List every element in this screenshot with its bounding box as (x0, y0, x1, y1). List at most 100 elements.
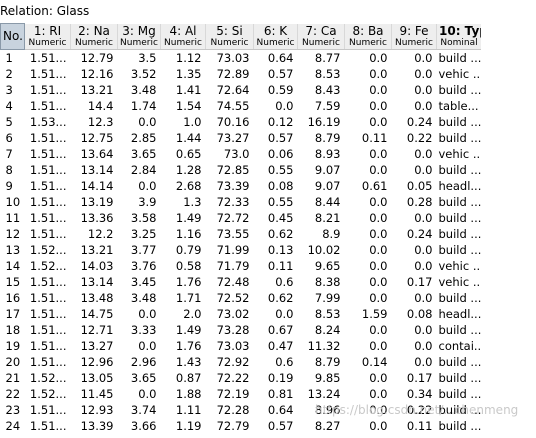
table-cell[interactable]: 0.12 (254, 114, 298, 130)
table-cell[interactable]: 0.0 (392, 242, 437, 258)
table-cell[interactable]: 12.16 (71, 66, 118, 82)
table-cell[interactable]: 0.0 (392, 210, 437, 226)
table-cell[interactable]: 0.24 (392, 114, 437, 130)
table-cell[interactable]: build ... (437, 162, 482, 178)
table-cell[interactable]: 1.59 (345, 306, 392, 322)
table-cell[interactable]: 0.62 (254, 226, 298, 242)
table-cell[interactable]: build ... (437, 49, 482, 66)
table-cell[interactable]: 70.16 (206, 114, 254, 130)
table-cell[interactable]: 8.21 (298, 210, 345, 226)
table-cell[interactable]: 8.43 (298, 82, 345, 98)
table-cell[interactable]: 8.27 (298, 418, 345, 434)
table-row[interactable]: 11 1.51... 13.36 3.58 1.49 72.72 0.45 8.21 0.0 0.… (1, 210, 482, 226)
table-cell[interactable]: 0.17 (392, 274, 437, 290)
table-cell[interactable]: build ... (437, 354, 482, 370)
table-row[interactable]: 16 1.51... 13.48 3.48 1.71 72.52 0.62 7.99 0.0 0.… (1, 290, 482, 306)
table-cell[interactable]: 3.48 (118, 290, 161, 306)
column-header-4[interactable]: 4: Al Numeric (160, 23, 206, 50)
table-cell[interactable]: 3.52 (118, 66, 161, 82)
table-cell[interactable]: 8.9 (298, 226, 345, 242)
table-cell[interactable]: build ... (437, 290, 482, 306)
table-cell[interactable]: 11.45 (71, 386, 118, 402)
table-cell[interactable]: 0.0 (345, 82, 392, 98)
table-cell[interactable]: 0.57 (254, 130, 298, 146)
table-row[interactable]: 21 1.52... 13.05 3.65 0.87 72.22 0.19 9.85 0.0 0.… (1, 370, 482, 386)
table-cell[interactable]: 3.25 (118, 226, 161, 242)
table-cell[interactable]: 8.79 (298, 354, 345, 370)
table-cell[interactable]: 13.19 (71, 194, 118, 210)
table-cell[interactable]: 1.74 (118, 98, 161, 114)
table-cell[interactable]: 1.51... (25, 402, 71, 418)
table-cell[interactable]: build ... (437, 82, 482, 98)
table-cell[interactable]: vehic ... (437, 274, 482, 290)
table-cell[interactable]: 0.0 (118, 178, 161, 194)
table-cell[interactable]: 12.3 (71, 114, 118, 130)
table-cell[interactable]: 2.84 (118, 162, 161, 178)
table-cell[interactable]: 3.65 (118, 146, 161, 162)
table-cell[interactable]: 0.55 (254, 162, 298, 178)
column-header-5[interactable]: 5: Si Numeric (205, 23, 254, 50)
table-cell[interactable]: 10.02 (298, 242, 345, 258)
table-cell[interactable]: 0.0 (118, 114, 161, 130)
table-cell[interactable]: 3.9 (118, 194, 161, 210)
table-cell[interactable]: 13.21 (71, 82, 118, 98)
table-cell[interactable]: 0.62 (254, 290, 298, 306)
table-cell[interactable]: 1.52... (25, 386, 71, 402)
table-cell[interactable]: 1.88 (161, 386, 206, 402)
table-cell[interactable]: 71.79 (206, 258, 254, 274)
table-cell[interactable]: 1.51... (25, 226, 71, 242)
table-cell[interactable]: 2.0 (161, 306, 206, 322)
table-cell[interactable]: 0.0 (345, 242, 392, 258)
table-cell[interactable]: 0.0 (392, 338, 437, 354)
table-cell[interactable]: 0.0 (345, 322, 392, 338)
table-cell[interactable]: 73.28 (206, 322, 254, 338)
table-cell[interactable]: 0.64 (254, 49, 298, 66)
table-cell[interactable]: 0.08 (392, 306, 437, 322)
table-cell[interactable]: 2.85 (118, 130, 161, 146)
column-header-1[interactable]: 1: RI Numeric (24, 23, 71, 50)
table-cell[interactable]: 14.75 (71, 306, 118, 322)
table-row[interactable]: 24 1.51... 13.39 3.66 1.19 72.79 0.57 8.27 0.0 0.… (1, 418, 482, 434)
table-cell[interactable]: 0.34 (392, 386, 437, 402)
table-cell[interactable]: 8.38 (298, 274, 345, 290)
table-cell[interactable]: 0.24 (392, 226, 437, 242)
table-cell[interactable]: headl... (437, 306, 482, 322)
table-cell[interactable]: build ... (437, 130, 482, 146)
table-cell[interactable]: table... (437, 98, 482, 114)
table-cell[interactable]: 1.35 (161, 66, 206, 82)
table-cell[interactable]: 0.0 (345, 114, 392, 130)
table-cell[interactable]: 1.51... (25, 162, 71, 178)
table-cell[interactable]: vehic ... (437, 258, 482, 274)
table-cell[interactable]: 0.0 (392, 66, 437, 82)
table-cell[interactable]: 12.93 (71, 402, 118, 418)
table-cell[interactable]: 0.6 (254, 354, 298, 370)
table-cell[interactable]: 72.48 (206, 274, 254, 290)
table-row[interactable]: 14 1.52... 14.03 3.76 0.58 71.79 0.11 9.65 0.0 0.… (1, 258, 482, 274)
table-cell[interactable]: 1.0 (161, 114, 206, 130)
table-cell[interactable]: 1.51... (25, 82, 71, 98)
table-cell[interactable]: 13.14 (71, 274, 118, 290)
table-cell[interactable]: 1.52... (25, 258, 71, 274)
table-row[interactable]: 15 1.51... 13.14 3.45 1.76 72.48 0.6 8.38 0.0 0.1… (1, 274, 482, 290)
table-cell[interactable]: 0.81 (254, 386, 298, 402)
table-cell[interactable]: 1.71 (161, 290, 206, 306)
table-cell[interactable]: 9.65 (298, 258, 345, 274)
table-cell[interactable]: 0.11 (392, 418, 437, 434)
table-cell[interactable]: 0.11 (254, 258, 298, 274)
table-cell[interactable]: 0.57 (254, 418, 298, 434)
table-cell[interactable]: 0.0 (345, 66, 392, 82)
table-cell[interactable]: 72.89 (206, 66, 254, 82)
table-cell[interactable]: 12.79 (71, 49, 118, 66)
table-cell[interactable]: 12.75 (71, 130, 118, 146)
table-cell[interactable]: 2.96 (118, 354, 161, 370)
table-cell[interactable]: 0.79 (161, 242, 206, 258)
table-cell[interactable]: 8.53 (298, 306, 345, 322)
table-cell[interactable]: 0.22 (392, 402, 437, 418)
table-row[interactable]: 17 1.51... 14.75 0.0 2.0 73.02 0.0 8.53 1.59 0.08… (1, 306, 482, 322)
table-cell[interactable]: 8.24 (298, 322, 345, 338)
table-row[interactable]: 22 1.52... 11.45 0.0 1.88 72.19 0.81 13.24 0.0 0.… (1, 386, 482, 402)
table-cell[interactable]: 0.0 (392, 290, 437, 306)
table-cell[interactable]: 0.0 (392, 49, 437, 66)
table-cell[interactable]: 9.07 (298, 162, 345, 178)
column-header-no[interactable]: No. (0, 23, 25, 50)
